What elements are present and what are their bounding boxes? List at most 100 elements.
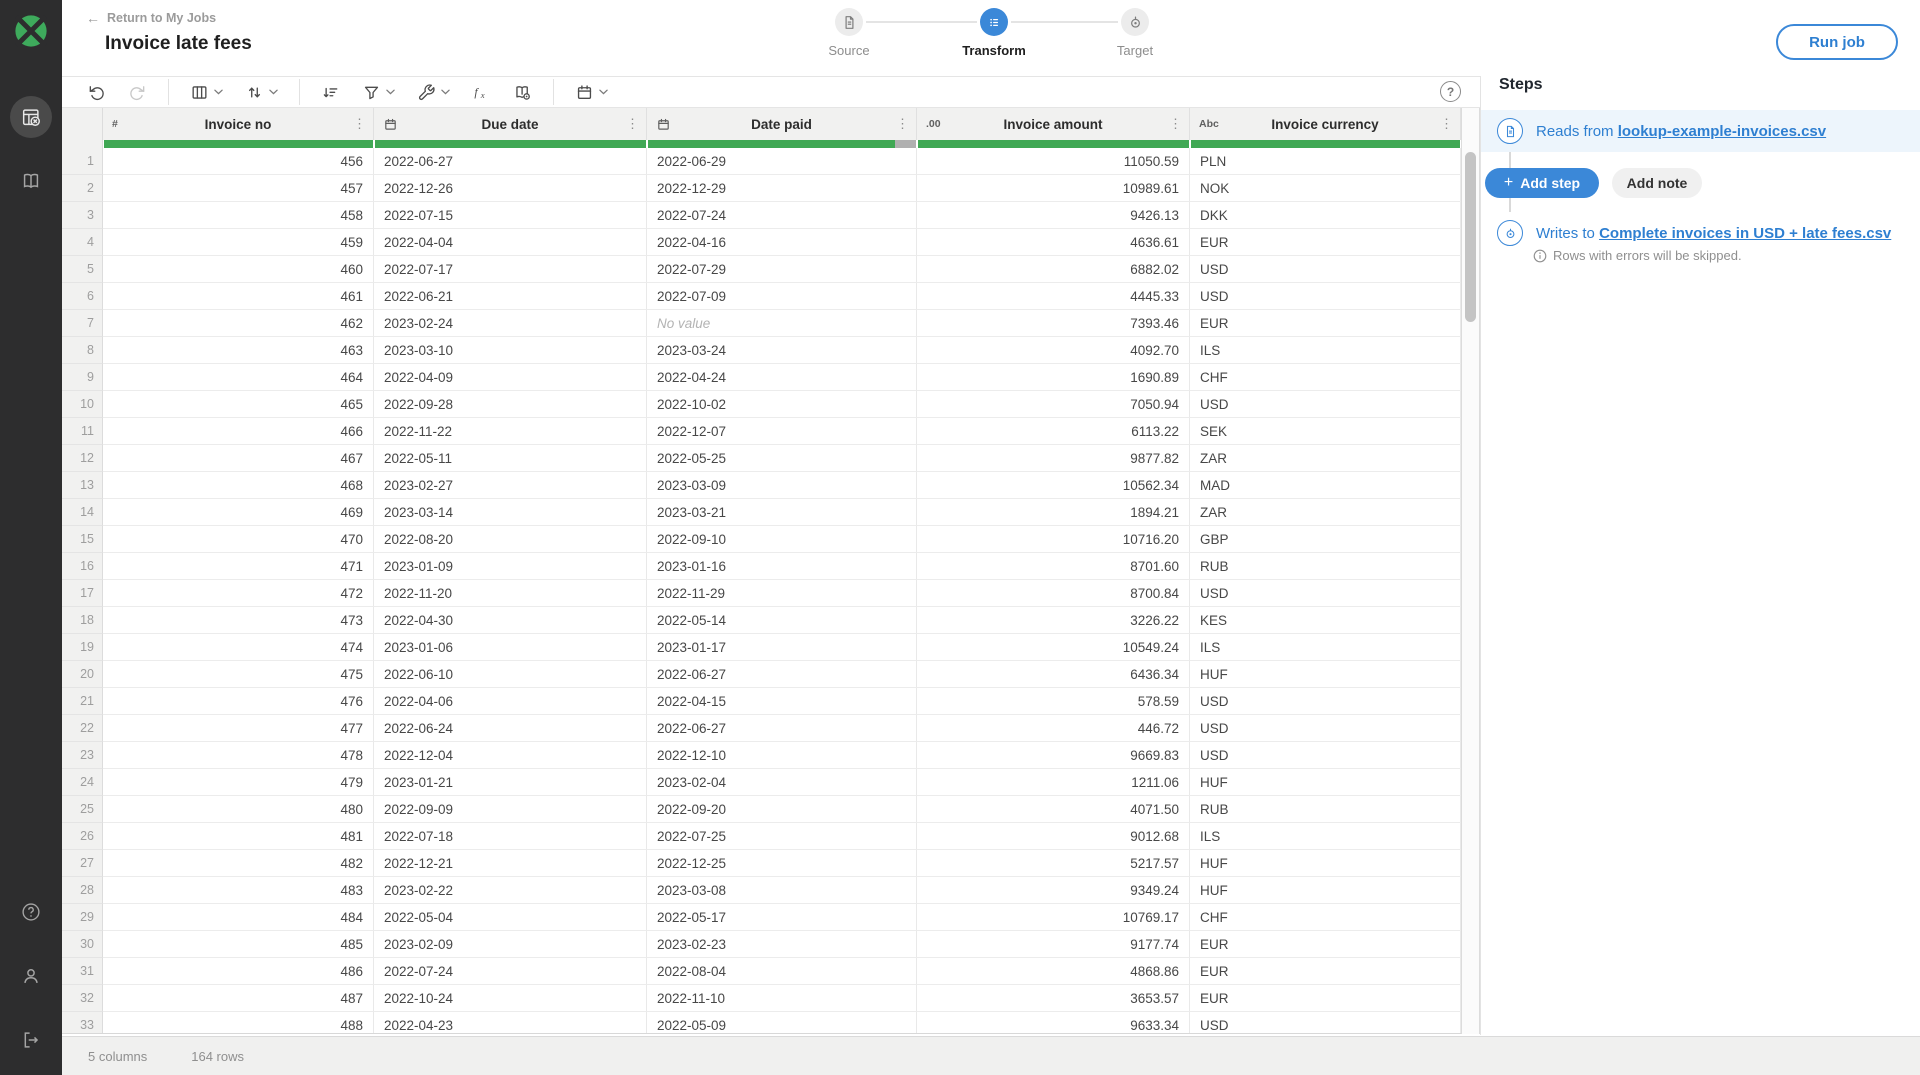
account-icon[interactable] bbox=[10, 955, 52, 997]
cell-invoice-no[interactable]: 468 bbox=[103, 472, 374, 499]
cell-invoice-no[interactable]: 487 bbox=[103, 985, 374, 1012]
cell-invoice-currency[interactable]: HUF bbox=[1190, 877, 1461, 904]
cell-due-date[interactable]: 2022-05-04 bbox=[374, 904, 647, 931]
cell-invoice-currency[interactable]: CHF bbox=[1190, 364, 1461, 391]
cell-invoice-no[interactable]: 478 bbox=[103, 742, 374, 769]
column-menu-icon[interactable]: ⋮ bbox=[353, 116, 366, 132]
cell-due-date[interactable]: 2022-09-28 bbox=[374, 391, 647, 418]
cell-invoice-no[interactable]: 476 bbox=[103, 688, 374, 715]
cell-invoice-amount[interactable]: 10769.17 bbox=[917, 904, 1190, 931]
cell-invoice-amount[interactable]: 3653.57 bbox=[917, 985, 1190, 1012]
cell-date-paid[interactable]: 2022-12-10 bbox=[647, 742, 917, 769]
cell-due-date[interactable]: 2022-05-11 bbox=[374, 445, 647, 472]
cell-invoice-amount[interactable]: 9877.82 bbox=[917, 445, 1190, 472]
cell-invoice-currency[interactable]: ILS bbox=[1190, 823, 1461, 850]
cell-invoice-amount[interactable]: 9177.74 bbox=[917, 931, 1190, 958]
cell-invoice-amount[interactable]: 9633.34 bbox=[917, 1012, 1190, 1034]
cell-invoice-no[interactable]: 473 bbox=[103, 607, 374, 634]
cell-invoice-no[interactable]: 463 bbox=[103, 337, 374, 364]
cell-date-paid[interactable]: 2023-02-04 bbox=[647, 769, 917, 796]
cell-invoice-currency[interactable]: ZAR bbox=[1190, 499, 1461, 526]
cell-due-date[interactable]: 2022-12-04 bbox=[374, 742, 647, 769]
cell-invoice-no[interactable]: 481 bbox=[103, 823, 374, 850]
toolbar-wrench-button[interactable] bbox=[406, 78, 461, 106]
cell-invoice-amount[interactable]: 4868.86 bbox=[917, 958, 1190, 985]
cell-invoice-no[interactable]: 475 bbox=[103, 661, 374, 688]
cell-due-date[interactable]: 2022-04-30 bbox=[374, 607, 647, 634]
cell-date-paid[interactable]: 2023-02-23 bbox=[647, 931, 917, 958]
cell-due-date[interactable]: 2022-10-24 bbox=[374, 985, 647, 1012]
cell-date-paid[interactable]: 2023-01-16 bbox=[647, 553, 917, 580]
cell-invoice-amount[interactable]: 1894.21 bbox=[917, 499, 1190, 526]
cell-due-date[interactable]: 2022-06-21 bbox=[374, 283, 647, 310]
cell-due-date[interactable]: 2022-07-24 bbox=[374, 958, 647, 985]
cell-invoice-currency[interactable]: USD bbox=[1190, 742, 1461, 769]
cell-date-paid[interactable]: 2022-06-27 bbox=[647, 661, 917, 688]
cell-invoice-currency[interactable]: EUR bbox=[1190, 229, 1461, 256]
column-menu-icon[interactable]: ⋮ bbox=[896, 116, 909, 132]
cell-invoice-no[interactable]: 465 bbox=[103, 391, 374, 418]
cell-invoice-currency[interactable]: DKK bbox=[1190, 202, 1461, 229]
cell-date-paid[interactable]: 2022-12-25 bbox=[647, 850, 917, 877]
cell-due-date[interactable]: 2022-04-23 bbox=[374, 1012, 647, 1034]
column-header-invoice-no[interactable]: #Invoice no⋮ bbox=[103, 108, 374, 140]
cell-date-paid[interactable]: 2022-04-16 bbox=[647, 229, 917, 256]
cell-invoice-currency[interactable]: USD bbox=[1190, 391, 1461, 418]
cell-due-date[interactable]: 2022-12-21 bbox=[374, 850, 647, 877]
cell-due-date[interactable]: 2022-11-22 bbox=[374, 418, 647, 445]
cell-invoice-no[interactable]: 472 bbox=[103, 580, 374, 607]
cell-due-date[interactable]: 2022-07-18 bbox=[374, 823, 647, 850]
cell-date-paid[interactable]: No value bbox=[647, 310, 917, 337]
cell-invoice-currency[interactable]: USD bbox=[1190, 256, 1461, 283]
toolbar-lookup-book-button[interactable] bbox=[502, 78, 543, 106]
cell-date-paid[interactable]: 2022-10-02 bbox=[647, 391, 917, 418]
cell-invoice-no[interactable]: 479 bbox=[103, 769, 374, 796]
cell-invoice-no[interactable]: 464 bbox=[103, 364, 374, 391]
cell-invoice-currency[interactable]: USD bbox=[1190, 1012, 1461, 1034]
cell-invoice-amount[interactable]: 4092.70 bbox=[917, 337, 1190, 364]
cell-invoice-currency[interactable]: NOK bbox=[1190, 175, 1461, 202]
cell-invoice-currency[interactable]: HUF bbox=[1190, 661, 1461, 688]
cell-invoice-currency[interactable]: HUF bbox=[1190, 769, 1461, 796]
cell-invoice-amount[interactable]: 446.72 bbox=[917, 715, 1190, 742]
cell-due-date[interactable]: 2023-02-09 bbox=[374, 931, 647, 958]
cell-invoice-currency[interactable]: RUB bbox=[1190, 553, 1461, 580]
cell-date-paid[interactable]: 2022-04-24 bbox=[647, 364, 917, 391]
scrollbar-thumb[interactable] bbox=[1465, 152, 1476, 322]
cell-date-paid[interactable]: 2022-12-07 bbox=[647, 418, 917, 445]
cell-due-date[interactable]: 2022-08-20 bbox=[374, 526, 647, 553]
cell-invoice-currency[interactable]: CHF bbox=[1190, 904, 1461, 931]
cell-invoice-no[interactable]: 467 bbox=[103, 445, 374, 472]
sidebar-item-docs[interactable] bbox=[10, 160, 52, 202]
cell-due-date[interactable]: 2023-02-24 bbox=[374, 310, 647, 337]
cell-invoice-no[interactable]: 466 bbox=[103, 418, 374, 445]
cell-invoice-currency[interactable]: RUB bbox=[1190, 796, 1461, 823]
cell-invoice-amount[interactable]: 10549.24 bbox=[917, 634, 1190, 661]
cell-invoice-no[interactable]: 470 bbox=[103, 526, 374, 553]
cell-due-date[interactable]: 2022-06-27 bbox=[374, 148, 647, 175]
cell-date-paid[interactable]: 2022-05-14 bbox=[647, 607, 917, 634]
cell-invoice-amount[interactable]: 4636.61 bbox=[917, 229, 1190, 256]
cell-date-paid[interactable]: 2023-03-24 bbox=[647, 337, 917, 364]
cell-invoice-no[interactable]: 484 bbox=[103, 904, 374, 931]
column-menu-icon[interactable]: ⋮ bbox=[626, 116, 639, 132]
cell-invoice-currency[interactable]: PLN bbox=[1190, 148, 1461, 175]
cell-invoice-currency[interactable]: GBP bbox=[1190, 526, 1461, 553]
toolbar-formula-button[interactable]: fx bbox=[461, 78, 502, 106]
cell-invoice-currency[interactable]: EUR bbox=[1190, 958, 1461, 985]
toolbar-undo-button[interactable] bbox=[76, 78, 117, 106]
cell-invoice-currency[interactable]: EUR bbox=[1190, 931, 1461, 958]
cell-invoice-currency[interactable]: SEK bbox=[1190, 418, 1461, 445]
cell-invoice-amount[interactable]: 9349.24 bbox=[917, 877, 1190, 904]
column-menu-icon[interactable]: ⋮ bbox=[1169, 116, 1182, 132]
cell-invoice-amount[interactable]: 11050.59 bbox=[917, 148, 1190, 175]
cell-due-date[interactable]: 2023-01-09 bbox=[374, 553, 647, 580]
cell-date-paid[interactable]: 2022-07-25 bbox=[647, 823, 917, 850]
cell-invoice-no[interactable]: 457 bbox=[103, 175, 374, 202]
cell-due-date[interactable]: 2022-11-20 bbox=[374, 580, 647, 607]
cell-invoice-no[interactable]: 460 bbox=[103, 256, 374, 283]
column-header-due-date[interactable]: Due date⋮ bbox=[374, 108, 647, 140]
cell-invoice-no[interactable]: 456 bbox=[103, 148, 374, 175]
cell-due-date[interactable]: 2022-04-09 bbox=[374, 364, 647, 391]
cell-invoice-amount[interactable]: 10989.61 bbox=[917, 175, 1190, 202]
